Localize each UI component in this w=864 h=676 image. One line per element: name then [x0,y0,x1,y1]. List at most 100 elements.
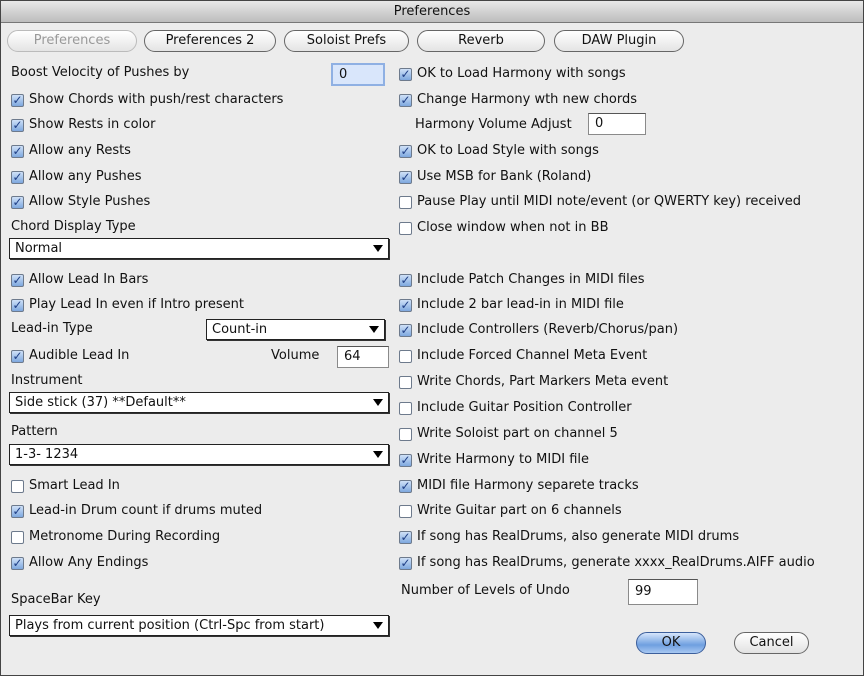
checkbox-label: Allow any Pushes [29,169,142,184]
pattern-label: Pattern [11,424,58,439]
spacebar-key-select[interactable]: Plays from current position (Ctrl-Spc fr… [9,615,389,636]
checkbox-checked-icon[interactable]: ✓ [11,118,24,132]
checkbox-checked-icon[interactable]: ✓ [11,504,24,518]
checkbox-unchecked-icon[interactable] [11,479,24,493]
checkbox-checked-icon[interactable]: ✓ [399,67,412,81]
checkbox-label: Allow Lead In Bars [29,272,149,287]
checkbox-unchecked-icon[interactable] [399,375,412,389]
checkbox-write-guitar-part-on-6-channels[interactable]: Write Guitar part on 6 channels [399,503,622,519]
tab-soloist-prefs[interactable]: Soloist Prefs [284,30,409,52]
checkbox-write-chords-part-markers-meta-event[interactable]: Write Chords, Part Markers Meta event [399,374,668,390]
volume-input[interactable]: 64 [337,346,389,368]
checkbox-label: Audible Lead In [29,348,130,363]
pattern-select[interactable]: 1-3- 1234 [9,444,389,465]
checkbox-checked-icon[interactable]: ✓ [399,479,412,493]
boost-velocity-input[interactable]: 0 [331,63,385,86]
checkbox-label: Include Controllers (Reverb/Chorus/pan) [417,322,679,337]
checkbox-include-2-bar-lead-in-in-midi-file[interactable]: ✓ Include 2 bar lead-in in MIDI file [399,297,624,313]
undo-levels-input[interactable]: 99 [628,579,698,605]
checkbox-checked-icon[interactable]: ✓ [399,273,412,287]
checkbox-use-msb-for-bank-roland[interactable]: ✓ Use MSB for Bank (Roland) [399,169,591,185]
checkbox-label: Allow Style Pushes [29,194,151,209]
checkbox-audible-lead-in[interactable]: ✓ Audible Lead In [11,348,129,364]
checkbox-label: Write Soloist part on channel 5 [417,426,618,441]
checkbox-checked-icon[interactable]: ✓ [11,273,24,287]
checkbox-allow-any-endings[interactable]: ✓ Allow Any Endings [11,555,148,571]
checkbox-unchecked-icon[interactable] [399,221,412,235]
leadin-type-value: Count-in [212,322,268,337]
checkbox-allow-style-pushes[interactable]: ✓ Allow Style Pushes [11,194,150,210]
checkbox-label: Show Chords with push/rest characters [29,92,284,107]
checkbox-checked-icon[interactable]: ✓ [399,530,412,544]
tab-preferences-2[interactable]: Preferences 2 [144,30,276,52]
checkbox-checked-icon[interactable]: ✓ [399,323,412,337]
cancel-button[interactable]: Cancel [734,632,809,654]
leadin-type-select[interactable]: Count-in [206,319,385,340]
checkbox-unchecked-icon[interactable] [399,401,412,415]
harmony-volume-label: Harmony Volume Adjust [415,117,572,132]
chord-display-type-select[interactable]: Normal [9,238,389,259]
checkbox-label: Write Chords, Part Markers Meta event [417,374,669,389]
checkbox-unchecked-icon[interactable] [399,504,412,518]
checkbox-checked-icon[interactable]: ✓ [399,93,412,107]
checkbox-unchecked-icon[interactable] [399,349,412,363]
checkbox-label: Write Harmony to MIDI file [417,452,590,467]
instrument-select[interactable]: Side stick (37) **Default** [9,392,389,413]
checkbox-unchecked-icon[interactable] [399,427,412,441]
checkbox-label: Smart Lead In [29,478,120,493]
tab-preferences[interactable]: Preferences [7,30,137,52]
spacebar-key-label: SpaceBar Key [11,592,101,607]
checkbox-play-lead-in-even-if-intro-present[interactable]: ✓ Play Lead In even if Intro present [11,297,244,313]
ok-button[interactable]: OK [636,632,706,654]
checkbox-checked-icon[interactable]: ✓ [399,170,412,184]
checkbox-label: Include 2 bar lead-in in MIDI file [417,297,624,312]
checkbox-label: Include Guitar Position Controller [417,400,632,415]
checkbox-show-rests-in-color[interactable]: ✓ Show Rests in color [11,117,155,133]
checkbox-smart-lead-in[interactable]: Smart Lead In [11,478,120,494]
checkbox-close-window-when-not-in-bb[interactable]: Close window when not in BB [399,220,608,236]
checkbox-if-song-has-realdrums-also-generate-midi-drums[interactable]: ✓ If song has RealDrums, also generate MI… [399,529,739,545]
checkbox-pause-play-until-midi-note-event-or-qwerty-key-received[interactable]: Pause Play until MIDI note/event (or QWE… [399,194,801,210]
checkbox-checked-icon[interactable]: ✓ [11,349,24,363]
checkbox-checked-icon[interactable]: ✓ [11,298,24,312]
harmony-volume-input[interactable]: 0 [588,113,646,135]
checkbox-checked-icon[interactable]: ✓ [11,195,24,209]
checkbox-checked-icon[interactable]: ✓ [11,93,24,107]
checkbox-show-chords-with-push-rest-characters[interactable]: ✓ Show Chords with push/rest characters [11,92,283,108]
checkbox-checked-icon[interactable]: ✓ [11,144,24,158]
checkbox-checked-icon[interactable]: ✓ [399,298,412,312]
checkbox-label: Change Harmony wth new chords [417,92,638,107]
checkbox-if-song-has-realdrums-generate-xxxx-realdrums-aiff-audio[interactable]: ✓ If song has RealDrums, generate xxxx_Re… [399,555,815,571]
dropdown-arrow-icon [369,326,379,333]
checkbox-checked-icon[interactable]: ✓ [11,170,24,184]
checkbox-ok-to-load-style-with-songs[interactable]: ✓ OK to Load Style with songs [399,143,599,159]
tab-daw-plugin[interactable]: DAW Plugin [554,30,684,52]
checkbox-label: Lead-in Drum count if drums muted [29,503,263,518]
checkbox-checked-icon[interactable]: ✓ [399,144,412,158]
checkbox-metronome-during-recording[interactable]: Metronome During Recording [11,529,220,545]
checkbox-midi-file-harmony-separete-tracks[interactable]: ✓ MIDI file Harmony separete tracks [399,478,639,494]
checkbox-unchecked-icon[interactable] [399,195,412,209]
checkbox-include-forced-channel-meta-event[interactable]: Include Forced Channel Meta Event [399,348,647,364]
chord-display-type-label: Chord Display Type [11,219,136,234]
checkbox-allow-any-pushes[interactable]: ✓ Allow any Pushes [11,169,142,185]
checkbox-allow-lead-in-bars[interactable]: ✓ Allow Lead In Bars [11,272,148,288]
checkbox-unchecked-icon[interactable] [11,530,24,544]
checkbox-label: OK to Load Harmony with songs [417,66,626,81]
checkbox-include-guitar-position-controller[interactable]: Include Guitar Position Controller [399,400,632,416]
checkbox-include-patch-changes-in-midi-files[interactable]: ✓ Include Patch Changes in MIDI files [399,272,645,288]
checkbox-checked-icon[interactable]: ✓ [11,556,24,570]
checkbox-allow-any-rests[interactable]: ✓ Allow any Rests [11,143,131,159]
tab-reverb[interactable]: Reverb [417,30,545,52]
checkbox-label: If song has RealDrums, also generate MID… [417,529,740,544]
checkbox-label: Show Rests in color [29,117,156,132]
checkbox-lead-in-drum-count-if-drums-muted[interactable]: ✓ Lead-in Drum count if drums muted [11,503,262,519]
checkbox-checked-icon[interactable]: ✓ [399,453,412,467]
checkbox-change-harmony-wth-new-chords[interactable]: ✓ Change Harmony wth new chords [399,92,637,108]
checkbox-checked-icon[interactable]: ✓ [399,556,412,570]
checkbox-write-soloist-part-on-channel-5[interactable]: Write Soloist part on channel 5 [399,426,618,442]
checkbox-label: Metronome During Recording [29,529,221,544]
checkbox-ok-to-load-harmony-with-songs[interactable]: ✓ OK to Load Harmony with songs [399,66,626,82]
checkbox-include-controllers-reverb-chorus-pan[interactable]: ✓ Include Controllers (Reverb/Chorus/pan) [399,322,678,338]
checkbox-write-harmony-to-midi-file[interactable]: ✓ Write Harmony to MIDI file [399,452,589,468]
